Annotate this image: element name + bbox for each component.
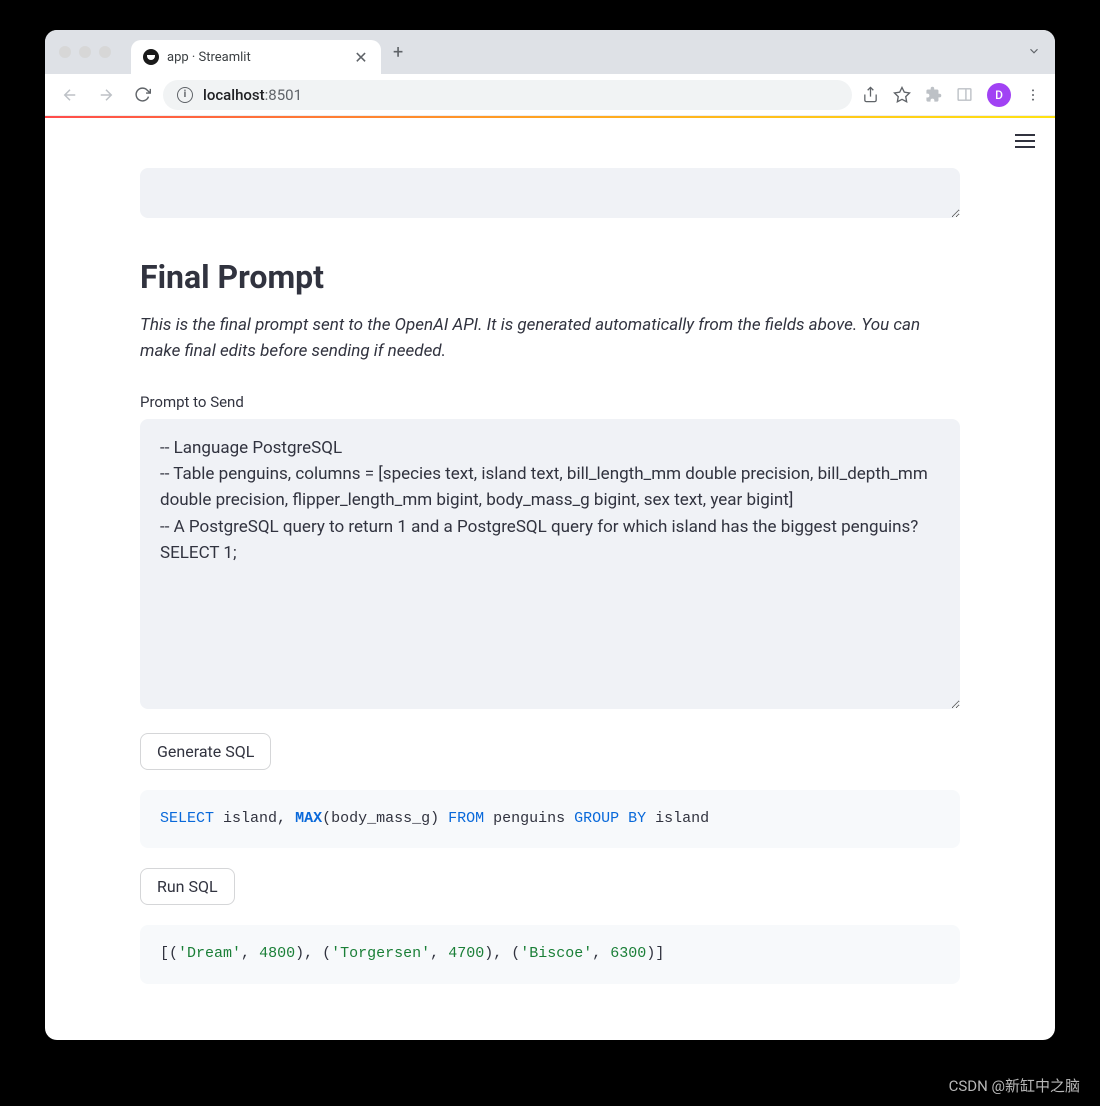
- sql-output-block: SELECT island, MAX(body_mass_g) FROM pen…: [140, 790, 960, 849]
- address-bar: i localhost:8501 D: [45, 74, 1055, 116]
- browser-tab[interactable]: app · Streamlit ✕: [131, 40, 381, 74]
- minimize-window-icon[interactable]: [79, 46, 91, 58]
- back-button[interactable]: [55, 80, 85, 110]
- forward-button[interactable]: [91, 80, 121, 110]
- run-sql-button[interactable]: Run SQL: [140, 868, 235, 905]
- tab-list-dropdown-icon[interactable]: [1027, 43, 1041, 62]
- prompt-label: Prompt to Send: [140, 393, 960, 411]
- extensions-icon[interactable]: [925, 86, 942, 103]
- generate-sql-button[interactable]: Generate SQL: [140, 733, 271, 770]
- new-tab-button[interactable]: +: [393, 42, 403, 63]
- main-content: Final Prompt This is the final prompt se…: [140, 118, 960, 1004]
- reload-button[interactable]: [127, 80, 157, 110]
- profile-avatar[interactable]: D: [987, 83, 1011, 107]
- side-panel-icon[interactable]: [956, 86, 973, 103]
- url-bar[interactable]: i localhost:8501: [163, 80, 852, 110]
- close-window-icon[interactable]: [59, 46, 71, 58]
- description-text: This is the final prompt sent to the Ope…: [140, 312, 960, 365]
- watermark-text: CSDN @新缸中之脑: [949, 1075, 1080, 1096]
- share-icon[interactable]: [862, 86, 879, 103]
- bookmark-star-icon[interactable]: [893, 86, 911, 104]
- upper-textarea[interactable]: [140, 168, 960, 218]
- streamlit-favicon-icon: [143, 49, 159, 65]
- maximize-window-icon[interactable]: [99, 46, 111, 58]
- tab-bar: app · Streamlit ✕ +: [45, 30, 1055, 74]
- menu-dots-icon[interactable]: [1025, 87, 1041, 103]
- final-prompt-heading: Final Prompt: [140, 258, 960, 296]
- site-info-icon[interactable]: i: [177, 87, 193, 103]
- hamburger-menu-icon[interactable]: [1015, 134, 1035, 148]
- app-area: Final Prompt This is the final prompt se…: [45, 118, 1055, 1040]
- result-output-block: [('Dream', 4800), ('Torgersen', 4700), (…: [140, 925, 960, 984]
- prompt-textarea[interactable]: [140, 419, 960, 709]
- window-controls: [59, 46, 111, 58]
- tab-title: app · Streamlit: [167, 50, 345, 65]
- browser-window: app · Streamlit ✕ + i localhost:8501: [45, 30, 1055, 1040]
- close-tab-icon[interactable]: ✕: [353, 48, 369, 67]
- toolbar-icons: D: [858, 83, 1045, 107]
- url-text: localhost:8501: [203, 86, 302, 104]
